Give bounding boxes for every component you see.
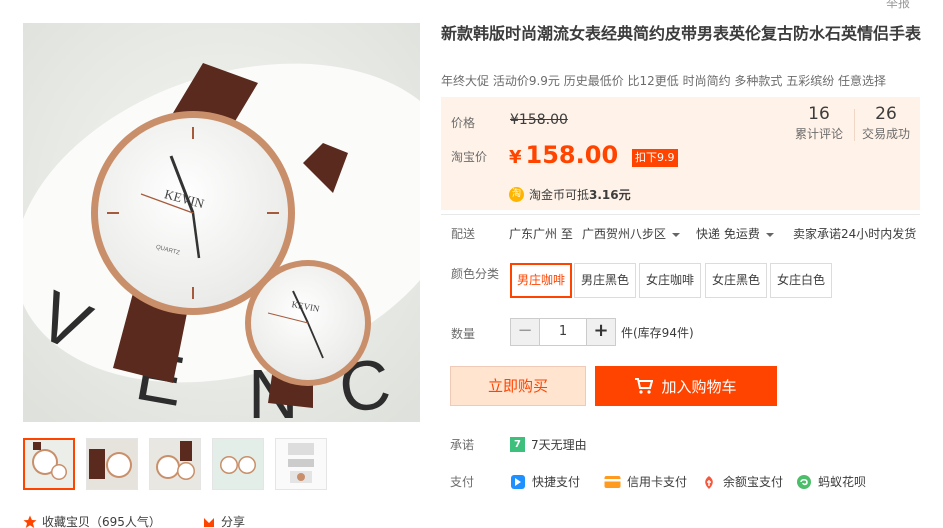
stat-divider [854,109,855,141]
credit-card-icon [604,475,621,488]
product-title: 新款韩版时尚潮流女表经典简约皮带男表英伦复古防水石英情侣手表 [441,24,922,43]
quantity-increase-button[interactable]: + [587,319,615,345]
seven-day-return-icon: 7 [510,437,525,452]
cart-icon [635,378,654,394]
reviews-label: 累计评论 [794,127,843,141]
current-price: ¥ 158.00 [509,141,618,169]
taobao-price-label: 淘宝价 [451,150,488,164]
share-link[interactable]: 分享 [202,513,245,528]
quantity-input[interactable]: 1 [539,319,587,345]
original-price: ¥158.00 [510,112,568,128]
main-product-image[interactable]: V E N C KEVIN QUARTZ KEVIN [23,23,420,422]
ship-promise: 卖家承诺24小时内发货 [793,227,917,241]
taojinbi-text: 淘金币可抵 [529,188,590,202]
huabei-icon [797,474,811,489]
thumbnail-1[interactable] [23,438,75,490]
promise-item[interactable]: 7 7天无理由 [510,436,587,453]
add-to-cart-label: 加入购物车 [661,377,737,396]
color-category-label: 颜色分类 [451,267,500,281]
reviews-stat[interactable]: 16 累计评论 [789,103,849,142]
sku-option-female-white[interactable]: 女庄白色 [770,263,833,298]
add-to-cart-button[interactable]: 加入购物车 [595,366,777,406]
ship-method-dropdown[interactable]: 快递 免运费 [696,225,774,242]
share-icon [204,517,214,527]
taojinbi-amount: 3.16元 [589,188,631,202]
ship-to-text: 广西贺州八步区 [582,227,667,241]
thumbnail-4[interactable] [212,438,264,490]
payment-credit-card-text: 信用卡支付 [627,475,688,489]
section-divider [441,214,920,215]
payment-credit-card[interactable]: 信用卡支付 [604,473,687,490]
promo-tag: 扣下9.9 [632,149,678,167]
sku-option-female-black[interactable]: 女庄黑色 [705,263,768,298]
star-icon [23,515,37,528]
currency-symbol: ¥ [509,147,522,168]
payment-huabei[interactable]: 蚂蚁花呗 [796,473,866,490]
report-link[interactable]: 举报 [886,0,910,11]
thumbnail-3[interactable] [149,438,201,490]
trades-stat: 26 交易成功 [856,103,916,142]
payment-yuebao-text: 余额宝支付 [723,475,784,489]
trades-label: 交易成功 [861,127,910,141]
promise-label: 承诺 [450,438,475,452]
payment-quickpay-text: 快捷支付 [532,475,581,489]
price-label: 价格 [451,116,476,130]
promise-text: 7天无理由 [531,438,587,452]
quickpay-icon [511,474,525,489]
shipping-row: 配送 广东广州 至 广西贺州八步区 快递 免运费 卖家承诺24小时内发货 [441,225,931,243]
thumbnail-5[interactable] [275,438,327,490]
collect-label: 收藏宝贝（695人气） [42,515,161,528]
collect-link[interactable]: 收藏宝贝（695人气） [23,513,161,528]
ship-from: 广东广州 至 [509,227,573,241]
payment-quickpay[interactable]: 快捷支付 [510,473,580,490]
quantity-label: 数量 [451,327,476,341]
price-panel: 价格 ¥158.00 淘宝价 ¥ 158.00 扣下9.9 16 累计评论 26… [441,97,920,210]
payment-yuebao[interactable]: 余额宝支付 [701,473,783,490]
current-price-value: 158.00 [525,141,619,169]
taojinbi-row: 淘 淘金币可抵 3.16元 [509,186,631,203]
thumbnail-strip [23,438,338,490]
payment-label: 支付 [450,475,475,489]
quantity-decrease-button[interactable]: − [511,319,539,345]
chevron-down-icon [672,232,681,237]
stock-text: 件(库存94件) [621,326,694,340]
product-subtitle: 年终大促 活动价9.9元 历史最低价 比12更低 时尚简约 多种款式 五彩缤纷 … [441,74,887,88]
shipping-label: 配送 [451,227,476,241]
taojinbi-coin-icon: 淘 [509,187,524,202]
sku-option-male-black[interactable]: 男庄黑色 [574,263,637,298]
thumbnail-2[interactable] [86,438,138,490]
yuebao-icon [705,475,713,489]
quantity-stepper: − 1 + [510,318,616,346]
payment-huabei-text: 蚂蚁花呗 [818,475,867,489]
ship-to-dropdown[interactable]: 广西贺州八步区 [582,225,681,242]
chevron-down-icon [765,232,774,237]
share-label: 分享 [221,515,246,528]
reviews-count: 16 [808,104,830,124]
ship-method-text: 快递 免运费 [696,227,760,241]
trades-count: 26 [875,104,897,124]
buy-now-button[interactable]: 立即购买 [450,366,586,406]
sku-option-female-coffee[interactable]: 女庄咖啡 [639,263,702,298]
sku-option-male-coffee[interactable]: 男庄咖啡 [510,263,573,298]
